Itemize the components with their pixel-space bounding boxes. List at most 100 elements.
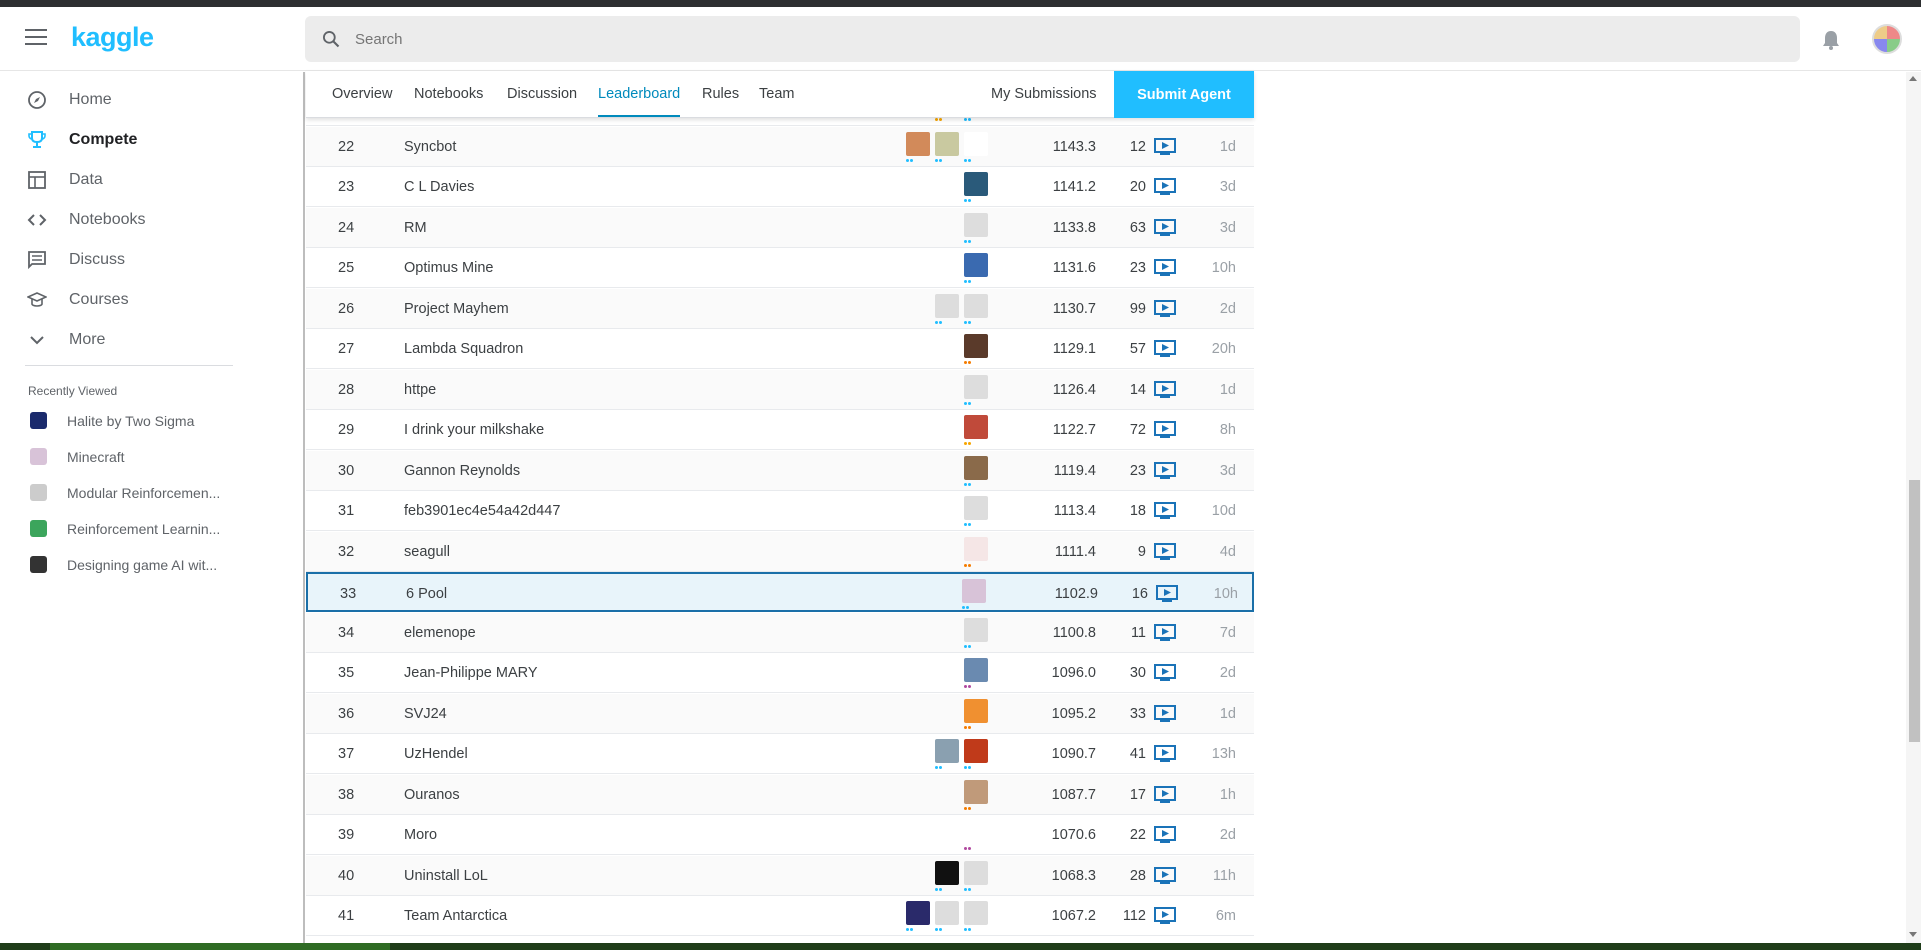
table-row[interactable]: 32 seagull 1111.4 9 4d xyxy=(306,531,1254,572)
my-submissions-link[interactable]: My Submissions xyxy=(991,71,1097,117)
team-name[interactable]: UzHendel xyxy=(404,746,468,762)
team-name[interactable]: Jean-Philippe MARY xyxy=(404,665,538,681)
watch-episode-icon[interactable] xyxy=(1154,785,1176,803)
member-avatar[interactable] xyxy=(935,131,959,162)
watch-episode-icon[interactable] xyxy=(1154,745,1176,762)
notifications-bell-icon[interactable] xyxy=(1821,29,1841,56)
table-row[interactable]: 26 Project Mayhem 1130.7 99 2d xyxy=(306,288,1254,329)
watch-episode-icon[interactable] xyxy=(1154,178,1176,195)
member-avatar[interactable] xyxy=(964,698,988,729)
table-row[interactable]: 23 C L Davies 1141.2 20 3d xyxy=(306,167,1254,207)
search-bar[interactable] xyxy=(305,16,1800,62)
table-row[interactable]: 28 httpe 1126.4 14 1d xyxy=(306,369,1254,410)
team-name[interactable]: Syncbot xyxy=(404,139,456,155)
recent-item[interactable]: Halite by Two Sigma xyxy=(0,405,290,437)
team-name[interactable]: Uninstall LoL xyxy=(404,868,488,884)
user-avatar[interactable] xyxy=(1872,24,1902,54)
tab-team[interactable]: Team xyxy=(759,71,794,117)
scrollbar-thumb[interactable] xyxy=(1909,480,1920,742)
member-avatar[interactable] xyxy=(964,415,988,445)
member-avatar[interactable] xyxy=(935,293,959,324)
sidebar-item-data[interactable]: Data xyxy=(0,160,290,200)
watch-episode-icon[interactable] xyxy=(1154,421,1176,438)
team-name[interactable]: seagull xyxy=(404,544,450,560)
watch-episode-icon[interactable] xyxy=(1154,826,1176,843)
watch-episode-icon[interactable] xyxy=(1154,704,1176,722)
watch-episode-icon[interactable] xyxy=(1154,866,1176,884)
sidebar-item-discuss[interactable]: Discuss xyxy=(0,240,290,280)
team-name[interactable]: elemenope xyxy=(404,625,476,641)
recent-item[interactable]: Modular Reinforcemen... xyxy=(0,477,290,509)
member-avatar[interactable] xyxy=(964,820,988,850)
watch-episode-icon[interactable] xyxy=(1154,259,1176,276)
member-avatar[interactable] xyxy=(906,131,930,162)
member-avatar[interactable] xyxy=(964,536,988,567)
tab-overview[interactable]: Overview xyxy=(332,71,392,117)
sidebar-item-compete[interactable]: Compete xyxy=(0,120,290,160)
recent-item[interactable]: Designing game AI wit... xyxy=(0,549,290,581)
recent-item[interactable]: Reinforcement Learnin... xyxy=(0,513,290,545)
watch-episode-icon[interactable] xyxy=(1154,542,1176,560)
member-avatar[interactable] xyxy=(935,901,959,931)
member-avatar[interactable] xyxy=(906,901,930,931)
member-avatar[interactable] xyxy=(964,455,988,486)
table-row[interactable]: 35 Jean-Philippe MARY 1096.0 30 2d xyxy=(306,653,1254,693)
table-row[interactable]: 34 elemenope 1100.8 11 7d xyxy=(306,612,1254,653)
table-row[interactable]: 39 Moro 1070.6 22 2d xyxy=(306,815,1254,855)
kaggle-logo[interactable]: kaggle xyxy=(71,22,154,53)
table-row[interactable]: 25 Optimus Mine 1131.6 23 10h xyxy=(306,248,1254,288)
table-row[interactable]: 31 feb3901ec4e54a42d447 1113.4 18 10d xyxy=(306,491,1254,531)
member-avatar[interactable] xyxy=(935,860,959,891)
member-avatar[interactable] xyxy=(964,658,988,688)
team-name[interactable]: Ouranos xyxy=(404,787,460,803)
team-name[interactable]: Project Mayhem xyxy=(404,301,509,317)
table-row[interactable]: 36 SVJ24 1095.2 33 1d xyxy=(306,693,1254,734)
watch-episode-icon[interactable] xyxy=(1154,380,1176,398)
watch-episode-icon[interactable] xyxy=(1154,502,1176,519)
member-avatar[interactable] xyxy=(964,860,988,891)
watch-episode-icon[interactable] xyxy=(1154,137,1176,155)
tab-notebooks[interactable]: Notebooks xyxy=(414,71,483,117)
team-name[interactable]: Gannon Reynolds xyxy=(404,463,520,479)
tab-discussion[interactable]: Discussion xyxy=(507,71,577,117)
menu-icon[interactable] xyxy=(25,29,47,47)
table-row[interactable]: 29 I drink your milkshake 1122.7 72 8h xyxy=(306,410,1254,450)
watch-episode-icon[interactable] xyxy=(1154,664,1176,681)
watch-episode-icon[interactable] xyxy=(1154,218,1176,236)
team-name[interactable]: C L Davies xyxy=(404,179,474,195)
watch-episode-icon[interactable] xyxy=(1154,340,1176,357)
team-name[interactable]: 6 Pool xyxy=(406,586,447,602)
member-avatar[interactable] xyxy=(964,172,988,202)
watch-episode-icon[interactable] xyxy=(1154,907,1176,924)
table-row[interactable]: 33 6 Pool 1102.9 16 10h xyxy=(306,572,1254,612)
team-name[interactable]: feb3901ec4e54a42d447 xyxy=(404,503,560,519)
member-avatar[interactable] xyxy=(962,579,986,609)
tab-leaderboard[interactable]: Leaderboard xyxy=(598,71,681,117)
sidebar-item-courses[interactable]: Courses xyxy=(0,280,290,320)
submit-agent-button[interactable]: Submit Agent xyxy=(1114,71,1254,118)
table-row[interactable]: 41 Team Antarctica 1067.2 112 6m xyxy=(306,896,1254,936)
team-name[interactable]: I drink your milkshake xyxy=(404,422,544,438)
tab-rules[interactable]: Rules xyxy=(702,71,739,117)
member-avatar[interactable] xyxy=(964,374,988,405)
member-avatar[interactable] xyxy=(964,617,988,648)
member-avatar[interactable] xyxy=(964,293,988,324)
member-avatar[interactable] xyxy=(964,253,988,283)
member-avatar[interactable] xyxy=(964,212,988,243)
table-row[interactable]: 22 Syncbot 1143.3 12 1d xyxy=(306,126,1254,167)
search-input[interactable] xyxy=(355,16,1755,62)
table-row[interactable]: 30 Gannon Reynolds 1119.4 23 3d xyxy=(306,450,1254,491)
sidebar-item-home[interactable]: Home xyxy=(0,80,290,120)
watch-episode-icon[interactable] xyxy=(1154,623,1176,641)
watch-episode-icon[interactable] xyxy=(1154,461,1176,479)
member-avatar[interactable] xyxy=(935,739,959,769)
team-name[interactable]: httpe xyxy=(404,382,436,398)
team-name[interactable]: Moro xyxy=(404,827,437,843)
scroll-down-arrow[interactable] xyxy=(1909,932,1917,937)
table-row[interactable]: 37 UzHendel 1090.7 41 13h xyxy=(306,734,1254,774)
member-avatar[interactable] xyxy=(964,131,988,162)
team-name[interactable]: Team Antarctica xyxy=(404,908,507,924)
table-row[interactable]: 40 Uninstall LoL 1068.3 28 11h xyxy=(306,855,1254,896)
scroll-up-arrow[interactable] xyxy=(1909,76,1917,81)
member-avatar[interactable] xyxy=(964,334,988,364)
